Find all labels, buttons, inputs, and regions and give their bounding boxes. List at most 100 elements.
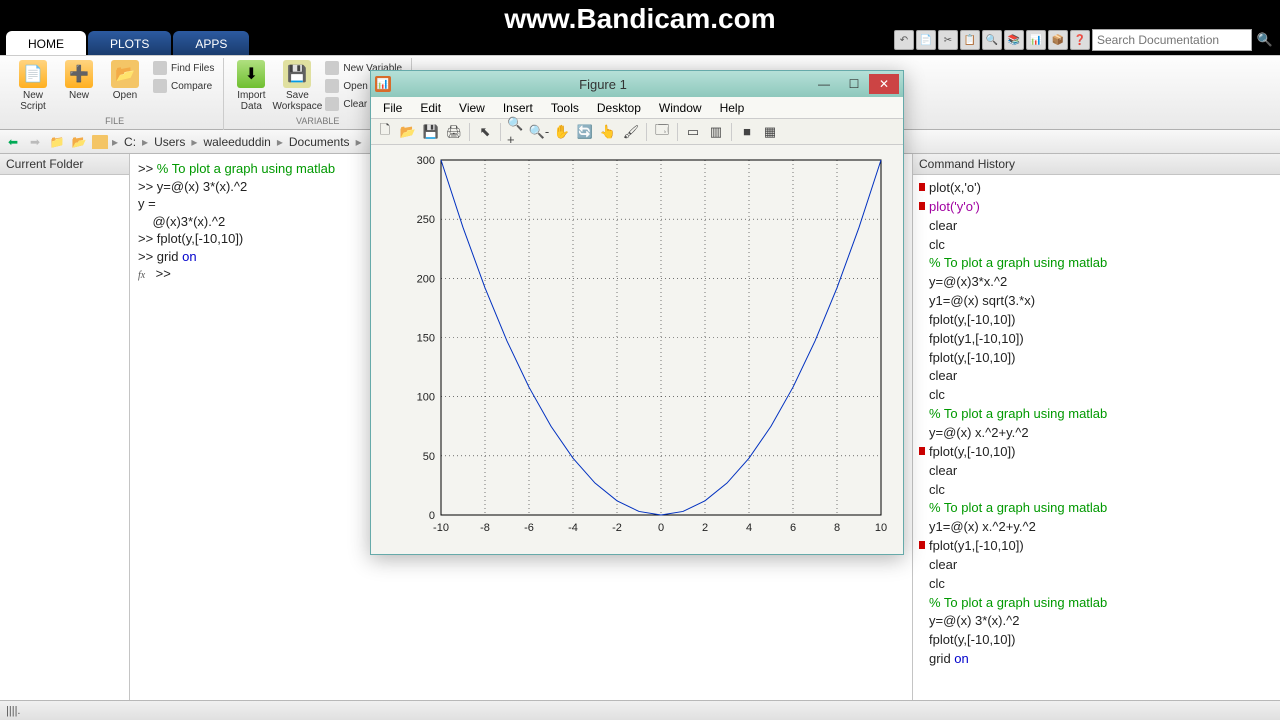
save-workspace-button[interactable]: 💾Save Workspace bbox=[276, 58, 318, 112]
figure-tool-button[interactable]: ⬉ bbox=[475, 122, 495, 142]
figure-menu-view[interactable]: View bbox=[451, 99, 493, 117]
crumb-users[interactable]: Users bbox=[152, 135, 187, 149]
figure-tool-button[interactable]: 👆 bbox=[598, 122, 618, 142]
history-row[interactable]: y=@(x) 3*(x).^2 bbox=[919, 612, 1274, 631]
figure-menu-help[interactable]: Help bbox=[712, 99, 753, 117]
search-icon[interactable]: 🔍 bbox=[1254, 29, 1276, 51]
history-row[interactable]: clear bbox=[919, 462, 1274, 481]
qat-btn-7[interactable]: 📦 bbox=[1048, 30, 1068, 50]
nav-up-icon[interactable]: 📁 bbox=[48, 133, 66, 151]
figure-tool-button[interactable]: 🔄 bbox=[575, 122, 595, 142]
minimize-button[interactable]: — bbox=[809, 74, 839, 94]
svg-text:4: 4 bbox=[746, 522, 752, 534]
figure-tool-button[interactable]: ✋ bbox=[552, 122, 572, 142]
history-row[interactable]: % To plot a graph using matlab bbox=[919, 594, 1274, 613]
figure-tool-button[interactable]: 🖌 bbox=[621, 122, 641, 142]
compare-button[interactable]: Compare bbox=[150, 78, 217, 94]
crumb-user[interactable]: waleeduddin bbox=[201, 135, 272, 149]
history-row[interactable]: clear bbox=[919, 367, 1274, 386]
new-button[interactable]: ➕New bbox=[58, 58, 100, 101]
history-row[interactable]: fplot(y,[-10,10]) bbox=[919, 349, 1274, 368]
folder-icon bbox=[92, 135, 108, 149]
history-row[interactable]: fplot(y,[-10,10]) bbox=[919, 443, 1274, 462]
figure-menu-window[interactable]: Window bbox=[651, 99, 710, 117]
history-row[interactable]: % To plot a graph using matlab bbox=[919, 405, 1274, 424]
toolbar-separator bbox=[646, 123, 647, 141]
figure-menu-insert[interactable]: Insert bbox=[495, 99, 541, 117]
figure-titlebar[interactable]: 📊 Figure 1 — ☐ ✕ bbox=[371, 71, 903, 97]
toolbar-separator bbox=[677, 123, 678, 141]
figure-tool-button[interactable]: 📂 bbox=[398, 122, 418, 142]
figure-title: Figure 1 bbox=[397, 77, 809, 92]
history-row[interactable]: fplot(y,[-10,10]) bbox=[919, 311, 1274, 330]
figure-tool-button[interactable]: 💾 bbox=[421, 122, 441, 142]
tab-home[interactable]: HOME bbox=[6, 31, 86, 55]
svg-text:0: 0 bbox=[429, 510, 435, 522]
current-folder-header: Current Folder bbox=[0, 154, 129, 175]
maximize-button[interactable]: ☐ bbox=[839, 74, 869, 94]
svg-text:2: 2 bbox=[702, 522, 708, 534]
history-row[interactable]: clc bbox=[919, 575, 1274, 594]
svg-text:-10: -10 bbox=[433, 522, 449, 534]
svg-text:150: 150 bbox=[417, 333, 435, 345]
tab-apps[interactable]: APPS bbox=[173, 31, 249, 55]
history-row[interactable]: clear bbox=[919, 556, 1274, 575]
find-files-button[interactable]: Find Files bbox=[150, 60, 217, 76]
figure-tool-button[interactable]: ■ bbox=[737, 122, 757, 142]
qat-btn-8[interactable]: ❓ bbox=[1070, 30, 1090, 50]
search-input[interactable] bbox=[1092, 29, 1252, 51]
history-row[interactable]: % To plot a graph using matlab bbox=[919, 254, 1274, 273]
figure-tool-button[interactable]: ▦ bbox=[760, 122, 780, 142]
history-row[interactable]: clc bbox=[919, 386, 1274, 405]
qat-btn-6[interactable]: 📊 bbox=[1026, 30, 1046, 50]
history-row[interactable]: y1=@(x) x.^2+y.^2 bbox=[919, 518, 1274, 537]
history-row[interactable]: grid on bbox=[919, 650, 1274, 669]
history-row[interactable]: clear bbox=[919, 217, 1274, 236]
figure-tool-button[interactable]: 🗋 bbox=[375, 122, 395, 142]
figure-tool-button[interactable]: ▥ bbox=[706, 122, 726, 142]
figure-tool-button[interactable]: 🔍+ bbox=[506, 122, 526, 142]
crumb-docs[interactable]: Documents bbox=[287, 135, 352, 149]
watermark: www.Bandicam.com bbox=[504, 5, 775, 33]
history-row[interactable]: fplot(y1,[-10,10]) bbox=[919, 537, 1274, 556]
figure-tool-button[interactable]: ▭ bbox=[683, 122, 703, 142]
figure-menu-file[interactable]: File bbox=[375, 99, 410, 117]
svg-text:10: 10 bbox=[875, 522, 887, 534]
crumb-drive[interactable]: C: bbox=[122, 135, 138, 149]
close-button[interactable]: ✕ bbox=[869, 74, 899, 94]
qat-btn-1[interactable]: 📄 bbox=[916, 30, 936, 50]
nav-browse-icon[interactable]: 📂 bbox=[70, 133, 88, 151]
history-row[interactable]: fplot(y,[-10,10]) bbox=[919, 631, 1274, 650]
history-row[interactable]: clc bbox=[919, 481, 1274, 500]
qat-btn-5[interactable]: 📚 bbox=[1004, 30, 1024, 50]
history-row[interactable]: plot('y'o') bbox=[919, 198, 1274, 217]
chart-plot: -10-8-6-4-20246810050100150200250300 bbox=[371, 145, 901, 555]
nav-back-icon[interactable]: ⬅ bbox=[4, 133, 22, 151]
history-row[interactable]: % To plot a graph using matlab bbox=[919, 499, 1274, 518]
figure-menu-tools[interactable]: Tools bbox=[543, 99, 587, 117]
qat-btn-4[interactable]: 🔍 bbox=[982, 30, 1002, 50]
history-row[interactable]: plot(x,'o') bbox=[919, 179, 1274, 198]
figure-toolbar: 🗋📂💾🖨 ⬉ 🔍+🔍-✋🔄👆🖌 🗔 ▭▥ ■▦ bbox=[371, 119, 903, 145]
history-row[interactable]: y=@(x)3*x.^2 bbox=[919, 273, 1274, 292]
figure-tool-button[interactable]: 🗔 bbox=[652, 122, 672, 142]
open-button[interactable]: 📂Open bbox=[104, 58, 146, 101]
qat-btn-2[interactable]: ✂ bbox=[938, 30, 958, 50]
status-text: ||||. bbox=[6, 705, 21, 717]
import-data-button[interactable]: ⬇Import Data bbox=[230, 58, 272, 112]
svg-text:200: 200 bbox=[417, 273, 435, 285]
qat-btn-3[interactable]: 📋 bbox=[960, 30, 980, 50]
tab-plots[interactable]: PLOTS bbox=[88, 31, 171, 55]
figure-menu-edit[interactable]: Edit bbox=[412, 99, 449, 117]
qat-btn-0[interactable]: ↶ bbox=[894, 30, 914, 50]
figure-menu-desktop[interactable]: Desktop bbox=[589, 99, 649, 117]
nav-fwd-icon[interactable]: ➡ bbox=[26, 133, 44, 151]
figure-tool-button[interactable]: 🔍- bbox=[529, 122, 549, 142]
history-row[interactable]: y=@(x) x.^2+y.^2 bbox=[919, 424, 1274, 443]
history-row[interactable]: y1=@(x) sqrt(3.*x) bbox=[919, 292, 1274, 311]
figure-window[interactable]: 📊 Figure 1 — ☐ ✕ FileEditViewInsertTools… bbox=[370, 70, 904, 555]
figure-tool-button[interactable]: 🖨 bbox=[444, 122, 464, 142]
new-script-button[interactable]: 📄New Script bbox=[12, 58, 54, 112]
history-row[interactable]: fplot(y1,[-10,10]) bbox=[919, 330, 1274, 349]
history-row[interactable]: clc bbox=[919, 236, 1274, 255]
